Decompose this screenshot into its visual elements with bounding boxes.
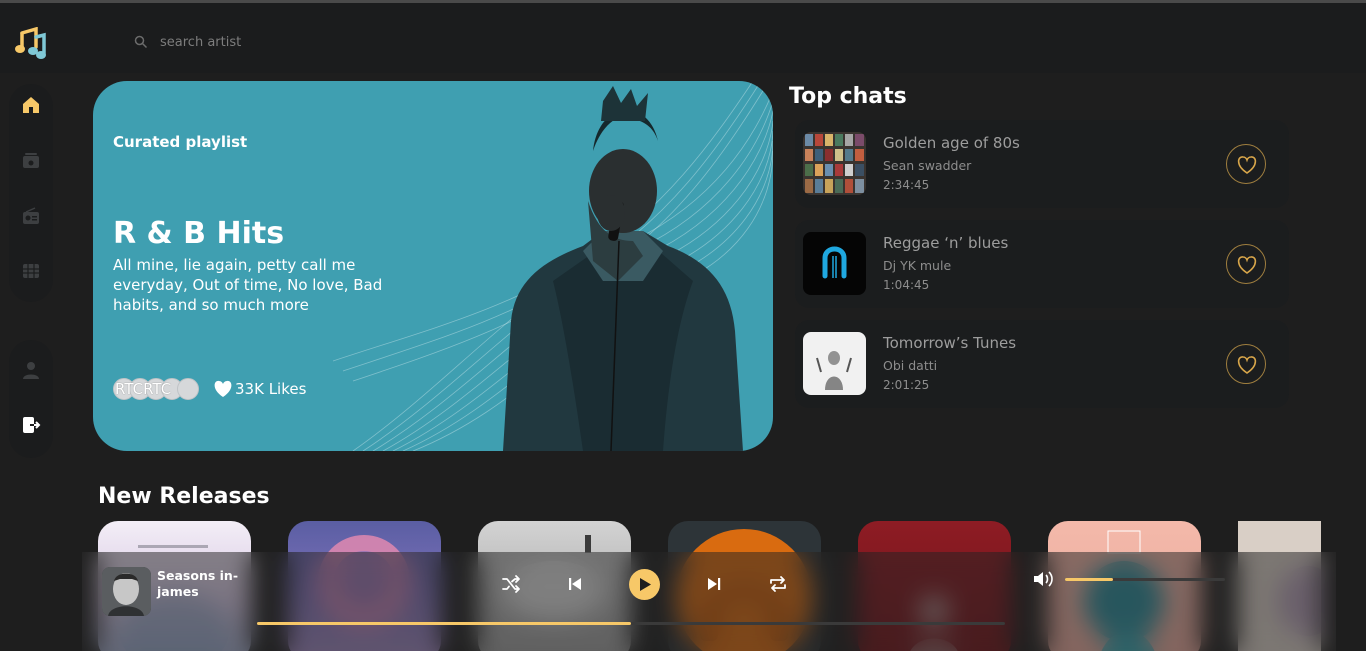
new-releases-title: New Releases [98,484,270,509]
volume-fill [1065,578,1113,581]
volume-slider[interactable] [1065,578,1225,581]
chart-item-duration: 2:01:25 [883,378,930,392]
home-icon[interactable] [21,95,41,115]
chart-item-duration: 2:34:45 [883,178,930,192]
videos-icon[interactable] [21,261,41,281]
play-icon [640,578,651,591]
now-playing-cover[interactable] [102,567,151,616]
singer-image [503,86,743,451]
avatar-initials: RTCRTC [115,380,172,398]
heart-outline-icon [1237,256,1257,274]
logout-icon[interactable] [21,415,41,435]
next-icon[interactable] [704,574,724,594]
chart-item-name: Tomorrow’s Tunes [883,334,1017,352]
chart-item[interactable]: Reggae ‘n’ blues Dj YK mule 1:04:45 [795,220,1289,308]
chart-item-artist: Sean swadder [883,158,972,173]
like-button[interactable] [1226,144,1266,184]
chart-item[interactable]: Tomorrow’s Tunes Obi datti 2:01:25 [795,320,1289,408]
shuffle-icon[interactable] [501,574,521,594]
chart-item-artist: Obi datti [883,358,938,373]
chart-item-cover [803,332,866,395]
chart-item-name: Golden age of 80s [883,134,1020,152]
sidebar-account [9,340,53,458]
previous-icon[interactable] [565,574,585,594]
curated-playlist-banner[interactable]: Curated playlist R & B Hits All mine, li… [93,81,773,451]
hero-label: Curated playlist [113,133,248,151]
hero-title: R & B Hits [113,216,285,251]
chart-item-artist: Dj YK mule [883,258,952,273]
chart-item-duration: 1:04:45 [883,278,930,292]
like-button[interactable] [1226,244,1266,284]
radio-icon[interactable] [21,206,41,226]
avatar [177,378,199,400]
search-input[interactable] [160,30,460,54]
profile-icon[interactable] [21,360,41,380]
like-button[interactable] [1226,344,1266,384]
heart-icon[interactable] [213,380,233,398]
progress-fill [257,622,631,625]
heart-outline-icon [1237,156,1257,174]
top-chats-title: Top chats [789,84,907,109]
search-icon [134,35,148,49]
player-overlay [82,552,1336,651]
progress-slider[interactable] [257,622,1005,625]
heart-outline-icon [1237,356,1257,374]
playlist-icon[interactable] [21,150,41,170]
hero-description: All mine, lie again, petty call me every… [113,256,383,314]
chart-item-cover [803,132,866,195]
volume-icon[interactable] [1032,569,1054,589]
music-notes-logo-icon[interactable] [14,27,48,61]
chart-item[interactable]: Golden age of 80s Sean swadder 2:34:45 [795,120,1289,208]
chart-item-name: Reggae ‘n’ blues [883,234,1009,252]
likes-count: 33K Likes [235,380,307,398]
chart-item-cover [803,232,866,295]
now-playing-title: Seasons in-james [157,568,239,599]
play-button[interactable] [629,569,660,600]
hero-likes-row: RTCRTC 33K Likes [113,375,306,403]
listener-avatars: RTCRTC [113,378,201,400]
repeat-icon[interactable] [768,574,788,594]
header [0,3,1366,73]
